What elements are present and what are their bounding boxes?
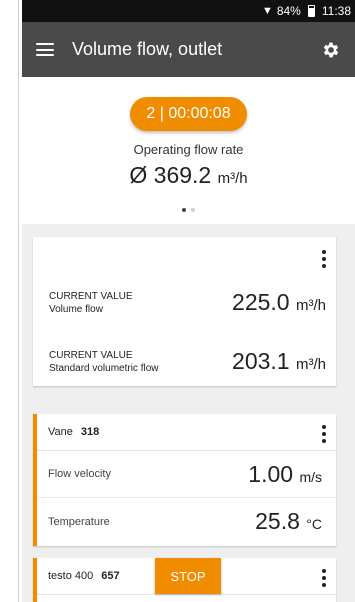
status-bar: ▼ 84% 11:38: [22, 0, 355, 22]
summary-label: Operating flow rate: [133, 142, 244, 157]
probe-header: testo 400 657 STOP: [37, 558, 336, 595]
stop-button[interactable]: STOP: [155, 558, 221, 594]
reading-number: 225.0: [232, 289, 290, 315]
battery-percent: 84%: [276, 4, 301, 18]
page-dot-2: [191, 208, 195, 212]
current-values-card: CURRENT VALUE Volume flow 225.0 m³/h CUR…: [33, 237, 336, 386]
reading-unit: m/s: [299, 468, 322, 485]
probe-reading-row: Temperature 25.8 °C: [37, 498, 336, 545]
probe-name: Vane: [48, 426, 73, 438]
vane-probe-card: Vane 318 Flow velocity 1.00 m/s Temperat…: [33, 414, 336, 546]
reading-label: Temperature: [48, 515, 110, 528]
page-title: Volume flow, outlet: [72, 39, 223, 59]
current-value-reading: 203.1 m³/h: [232, 348, 326, 375]
gear-icon[interactable]: [321, 40, 341, 60]
current-value-row: CURRENT VALUE Volume flow 225.0 m³/h: [49, 289, 326, 316]
reading-number: 25.8: [255, 508, 300, 534]
screenshot-frame: [0, 0, 22, 602]
reading-number: 203.1: [232, 348, 290, 374]
current-value-label: CURRENT VALUE: [49, 290, 133, 302]
probe-id: 657: [101, 570, 120, 582]
current-value-row: CURRENT VALUE Standard volumetric flow 2…: [49, 348, 326, 375]
app-bar: Volume flow, outlet: [22, 22, 355, 77]
current-value-labels: CURRENT VALUE Volume flow: [49, 290, 133, 316]
clock: 11:38: [321, 4, 351, 18]
reading-unit: m³/h: [296, 356, 326, 373]
kebab-menu-icon[interactable]: [322, 569, 326, 587]
measurement-summary: 2 | 00:00:08 Operating flow rate Ø 369.2…: [22, 77, 355, 224]
page-indicator[interactable]: [22, 208, 355, 212]
probe-header: Vane 318: [37, 414, 336, 451]
reading-unit: °C: [306, 516, 322, 532]
app-screen: ▼ 84% 11:38 Volume flow, outlet 2 | 00:0…: [22, 0, 355, 602]
reading-value: 25.8 °C: [255, 508, 322, 535]
reading-unit: m³/h: [296, 297, 326, 314]
probe-reading-row: Flow velocity 1.00 m/s: [37, 451, 336, 498]
summary-value-unit: m³/h: [217, 170, 248, 187]
kebab-menu-icon[interactable]: [322, 250, 326, 268]
reading-label: Flow velocity: [48, 468, 111, 480]
battery-icon: [307, 5, 315, 17]
testo-device-card: testo 400 657 STOP: [33, 558, 336, 602]
page-dot-1: [182, 208, 186, 212]
reading-number: 1.00: [248, 460, 294, 487]
summary-value-number: Ø 369.2: [129, 162, 212, 188]
summary-value: Ø 369.2 m³/h: [22, 162, 355, 189]
hamburger-menu-icon[interactable]: [36, 43, 54, 56]
wifi-icon: ▼: [261, 5, 273, 17]
current-value-labels: CURRENT VALUE Standard volumetric flow: [49, 349, 159, 375]
current-value-sublabel: Standard volumetric flow: [49, 362, 159, 374]
kebab-menu-icon[interactable]: [322, 425, 326, 443]
probe-id: 318: [80, 426, 100, 438]
current-value-reading: 225.0 m³/h: [232, 289, 326, 316]
current-value-sublabel: Volume flow: [49, 303, 103, 315]
probe-name: testo 400: [48, 570, 94, 582]
measurement-timer-badge[interactable]: 2 | 00:00:08: [130, 97, 247, 131]
current-value-label: CURRENT VALUE: [49, 349, 133, 361]
reading-value: 1.00 m/s: [248, 461, 322, 488]
